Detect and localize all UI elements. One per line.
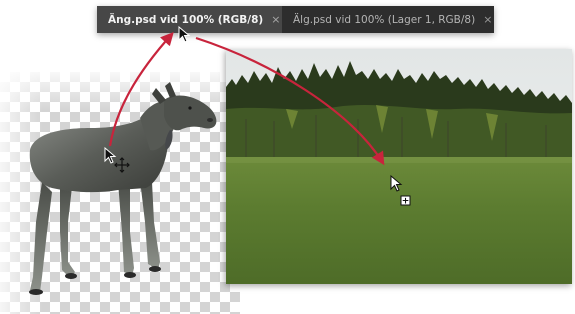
drop-badge: + <box>402 197 410 207</box>
moose-layer-canvas[interactable] <box>0 72 240 314</box>
tab-alg-psd[interactable]: Älg.psd vid 100% (Lager 1, RGB/8) × <box>282 6 494 33</box>
close-icon[interactable]: × <box>271 13 280 26</box>
copy-cursor-icon: + <box>390 175 411 207</box>
field-document-canvas[interactable] <box>226 49 572 284</box>
field-photo <box>226 49 572 284</box>
moose-image[interactable] <box>0 72 240 314</box>
close-icon[interactable]: × <box>483 13 492 26</box>
move-cursor-icon <box>104 147 130 173</box>
arrow-cursor-icon <box>178 26 191 43</box>
tab-label: Älg.psd vid 100% (Lager 1, RGB/8) <box>293 13 476 26</box>
document-tab-bar: Äng.psd vid 100% (RGB/8) × Älg.psd vid 1… <box>97 6 494 33</box>
tab-label: Äng.psd vid 100% (RGB/8) <box>108 13 264 26</box>
